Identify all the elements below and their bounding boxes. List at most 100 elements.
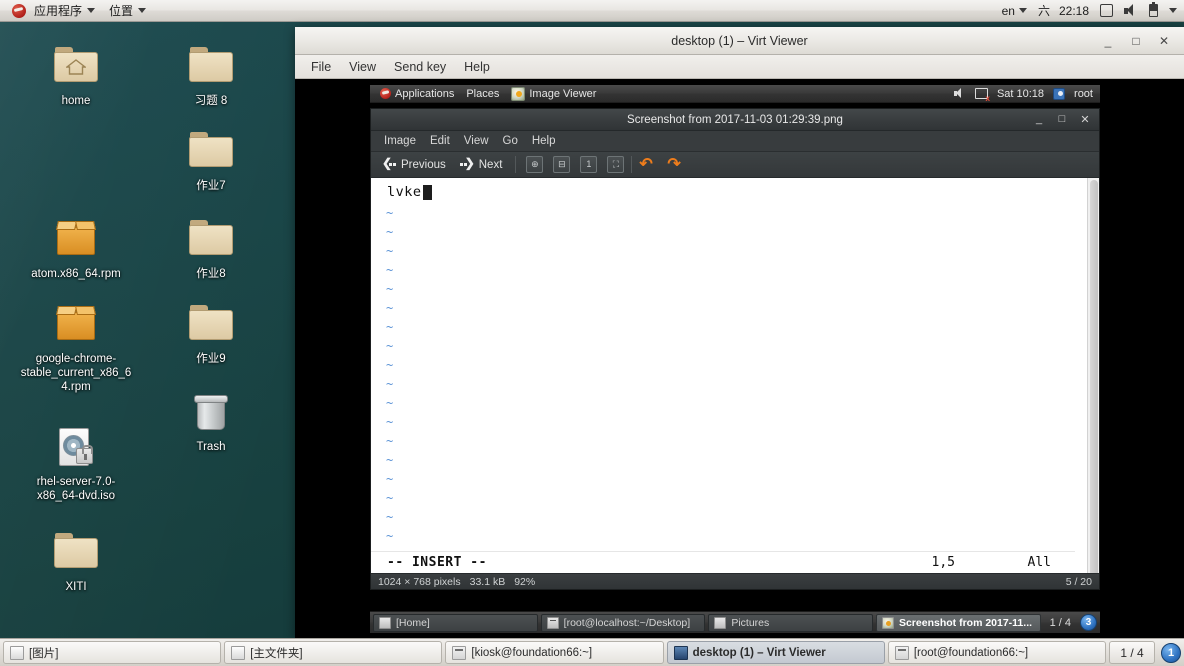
guest-places-menu[interactable]: Places (460, 87, 505, 101)
volume-icon[interactable] (953, 88, 966, 99)
menu-help[interactable]: Help (456, 58, 498, 76)
task-pictures[interactable]: [图片] (3, 641, 222, 664)
minimize-button[interactable]: _ (1102, 34, 1114, 48)
vim-empty-line-marker: ~ (386, 282, 394, 296)
desktop-icon-home[interactable]: home (20, 42, 132, 108)
desktop-icon-zuoye9[interactable]: 作业9 (155, 300, 267, 366)
guest-task-pictures[interactable]: Pictures (708, 613, 873, 632)
vim-line-text: lvke (387, 184, 422, 200)
keyboard-layout-indicator[interactable]: en (1002, 4, 1027, 18)
rotate-left-icon[interactable]: ↶ (639, 156, 657, 174)
guest-username[interactable]: root (1074, 88, 1093, 100)
desktop-icon-label: rhel-server-7.0-x86_64-dvd.iso (36, 476, 116, 502)
clock-time: 22:18 (1058, 3, 1089, 18)
guest-task-screenshot[interactable]: Screenshot from 2017-11... (875, 613, 1041, 632)
clock[interactable]: 六 22:18 (1038, 2, 1089, 19)
image-dimensions: 1024 × 768 pixels (378, 575, 461, 588)
scrollbar-thumb[interactable] (1090, 180, 1098, 573)
zoom-out-icon[interactable]: ⊟ (553, 156, 571, 173)
desktop-icon-atom-rpm[interactable]: atom.x86_64.rpm (20, 215, 132, 281)
desktop-icon-google-chrome-rpm[interactable]: google-chrome-stable_current_x86_64.rpm (20, 300, 132, 394)
network-disconnected-icon[interactable] (974, 88, 990, 103)
trash-icon (187, 388, 235, 436)
image-viewer-window[interactable]: Screenshot from 2017-11-03 01:29:39.png … (370, 108, 1100, 590)
zoom-out-glyph: ⊟ (558, 159, 566, 169)
zoom-in-icon[interactable]: ⊕ (526, 156, 544, 173)
desktop-icon-trash[interactable]: Trash (155, 388, 267, 454)
host-top-panel: 应用程序 位置 en 六 22:18 (0, 0, 1184, 22)
applications-menu[interactable]: 应用程序 (5, 0, 102, 21)
guest-top-panel: Applications Places Image Viewer Sat 10:… (370, 85, 1100, 103)
places-menu[interactable]: 位置 (102, 0, 153, 21)
image-viewer-menubar: Image Edit View Go Help (371, 131, 1099, 152)
host-workspace-badge[interactable]: 1 (1161, 642, 1182, 663)
task-kiosk-terminal[interactable]: [kiosk@foundation66:~] (445, 641, 664, 664)
task-label: [主文件夹] (250, 647, 303, 660)
virt-viewer-window[interactable]: desktop (1) – Virt Viewer _ □ ✕ File Vie… (295, 27, 1184, 638)
menu-send-key[interactable]: Send key (386, 58, 454, 76)
vim-empty-line-marker: ~ (386, 358, 394, 372)
task-root-terminal[interactable]: [root@foundation66:~] (887, 641, 1107, 664)
maximize-button[interactable]: □ (1130, 34, 1142, 48)
desktop-icon-rhel-iso[interactable]: rhel-server-7.0-x86_64-dvd.iso (20, 423, 132, 503)
rotate-right-icon[interactable]: ↷ (667, 156, 685, 174)
desktop-icon-xiti[interactable]: XITI (20, 528, 132, 594)
guest-task-terminal[interactable]: [root@localhost:~/Desktop] (540, 613, 706, 632)
user-avatar-icon (1053, 87, 1066, 100)
guest-applications-menu[interactable]: Applications (374, 87, 460, 101)
vim-cursor (422, 184, 432, 200)
chevron-down-icon (138, 8, 147, 13)
guest-task-home[interactable]: [Home] (373, 613, 538, 632)
desktop-icon-xiti8[interactable]: 习题 8 (155, 42, 267, 108)
image-vertical-scrollbar[interactable] (1087, 178, 1099, 573)
desktop-icon-label: XITI (65, 581, 87, 593)
host-workspace-counter[interactable]: 1 / 4 (1109, 641, 1156, 664)
vim-status-line: -- INSERT -- 1,5 All (371, 551, 1075, 573)
desktop-icon-zuoye7[interactable]: 作业7 (155, 127, 267, 193)
minimize-button[interactable]: _ (1034, 113, 1044, 126)
folder-icon (52, 528, 100, 576)
desktop-icon-zuoye8[interactable]: 作业8 (155, 215, 267, 281)
zoom-best-fit-icon[interactable]: ⛶ (607, 156, 625, 173)
close-button[interactable]: ✕ (1080, 113, 1090, 126)
image-filesize: 33.1 kB (469, 575, 506, 588)
folder-icon (231, 645, 246, 660)
disc-image-icon (52, 423, 100, 471)
vim-empty-line-marker: ~ (386, 301, 394, 315)
previous-image-button[interactable]: Previous (376, 156, 452, 173)
guest-workspace-badge[interactable]: 3 (1080, 614, 1098, 631)
desktop-icon-label: atom.x86_64.rpm (31, 268, 121, 280)
guest-task-label: Screenshot from 2017-11... (898, 616, 1033, 629)
guest-vm-screen[interactable]: Applications Places Image Viewer Sat 10:… (295, 80, 1184, 638)
menu-image[interactable]: Image (377, 133, 423, 149)
menu-view[interactable]: View (457, 133, 496, 149)
menu-file[interactable]: File (303, 58, 339, 76)
chevron-down-icon (1018, 8, 1027, 13)
menu-go[interactable]: Go (496, 133, 525, 149)
menu-view[interactable]: View (341, 58, 384, 76)
guest-active-app[interactable]: Image Viewer (505, 86, 602, 102)
image-display-area[interactable]: lvke ~~~~~~~~~~~~~~~~~~~~~ -- INSERT -- … (371, 178, 1099, 573)
guest-places-label: Places (466, 87, 500, 100)
task-virt-viewer[interactable]: desktop (1) – Virt Viewer (666, 641, 885, 664)
menu-edit[interactable]: Edit (423, 133, 457, 149)
rotate-left-glyph: ↶ (639, 155, 653, 173)
desktop-icon-label: google-chrome-stable_current_x86_64.rpm (20, 353, 132, 393)
maximize-button[interactable]: □ (1057, 113, 1067, 126)
chevron-down-icon[interactable] (1169, 8, 1177, 13)
virt-viewer-titlebar[interactable]: desktop (1) – Virt Viewer _ □ ✕ (295, 27, 1184, 55)
battery-icon[interactable] (1149, 2, 1158, 17)
next-image-button[interactable]: Next (454, 156, 509, 173)
volume-icon[interactable] (1124, 4, 1138, 17)
vim-empty-line-marker: ~ (386, 529, 394, 543)
task-home-folder[interactable]: [主文件夹] (224, 641, 443, 664)
menu-help[interactable]: Help (525, 133, 563, 149)
image-viewer-titlebar[interactable]: Screenshot from 2017-11-03 01:29:39.png … (371, 109, 1099, 131)
guest-clock[interactable]: Sat 10:18 (997, 88, 1044, 100)
screen-icon[interactable] (1100, 4, 1113, 17)
zoom-normal-icon[interactable]: 1 (580, 156, 598, 173)
close-button[interactable]: ✕ (1158, 34, 1170, 48)
image-viewer-title: Screenshot from 2017-11-03 01:29:39.png (627, 113, 843, 126)
vim-empty-line-marker: ~ (386, 434, 394, 448)
terminal-icon (894, 645, 909, 660)
